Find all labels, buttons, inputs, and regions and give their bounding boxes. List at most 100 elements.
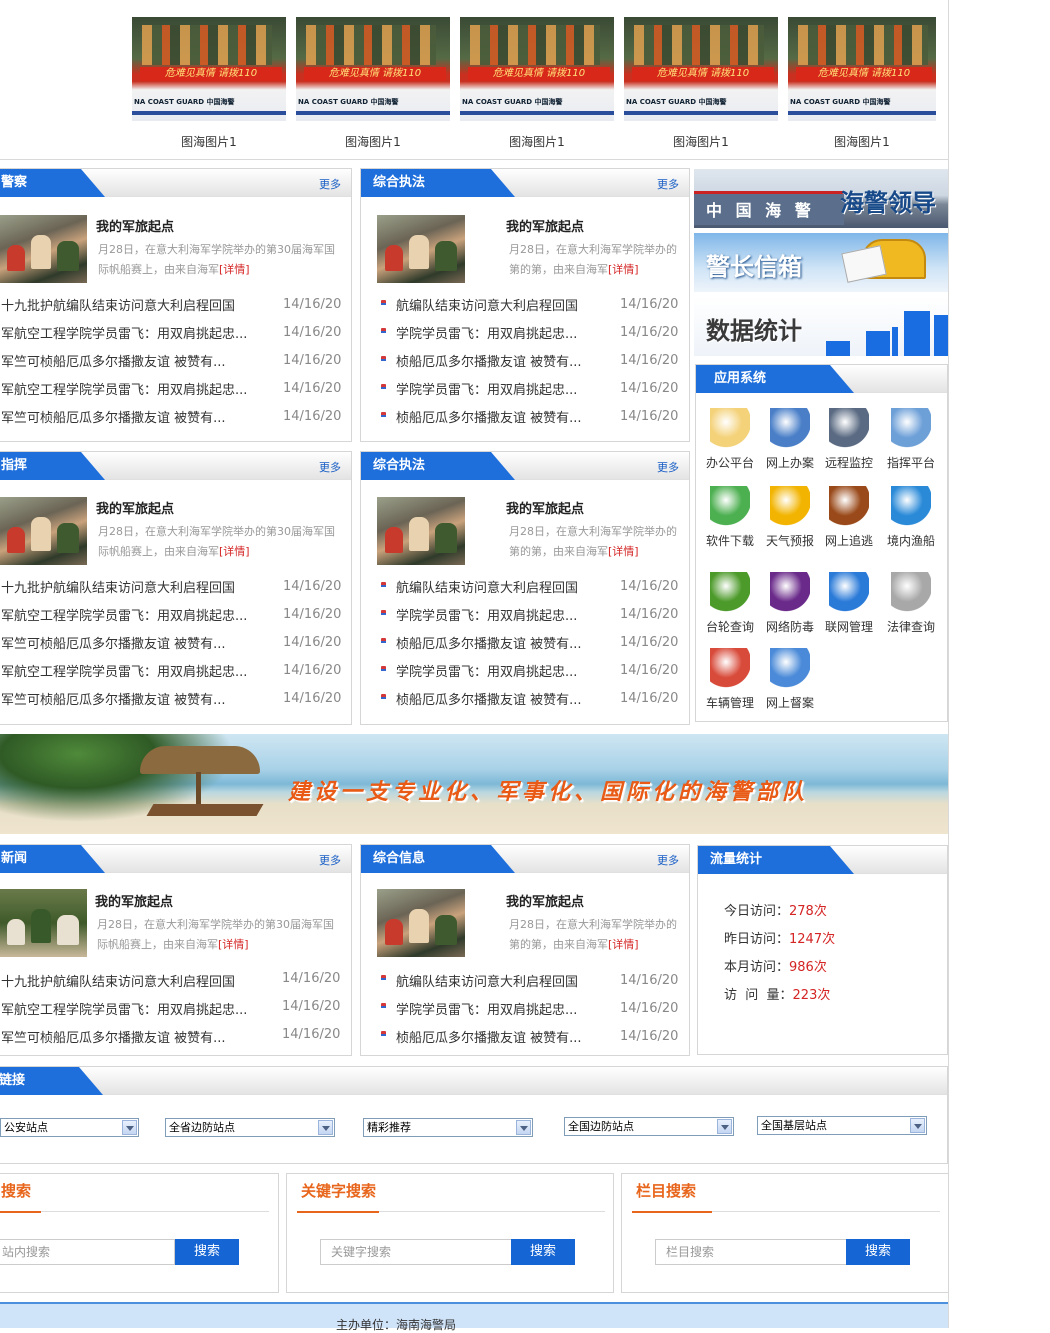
gallery-item[interactable]: 危难见真情 请拨110 NA COAST GUARD 中国海警 图海图片1: [132, 17, 286, 150]
gallery-caption[interactable]: 图海图片1: [460, 133, 614, 150]
feature-title[interactable]: 我的军旅起点: [506, 216, 584, 235]
news-item[interactable]: 军竺可桢船厄瓜多尔播撒友谊 被赞有...: [1, 633, 226, 652]
app-monitor[interactable]: 远程监控: [819, 408, 879, 471]
feature-photo[interactable]: [0, 497, 87, 565]
news-item[interactable]: 桢船厄瓜多尔播撒友谊 被赞有...: [396, 633, 582, 652]
panel-title[interactable]: 综合执法: [361, 169, 515, 197]
gallery-caption[interactable]: 图海图片1: [788, 133, 936, 150]
news-item[interactable]: 军航空工程学院学员雷飞：用双肩挑起忠...: [1, 661, 247, 680]
monitor-icon[interactable]: [829, 408, 869, 448]
gallery-photo[interactable]: 危难见真情 请拨110 NA COAST GUARD 中国海警: [132, 17, 286, 121]
chevron-down-icon[interactable]: [318, 1120, 333, 1135]
chevron-down-icon[interactable]: [122, 1120, 137, 1135]
feature-title[interactable]: 我的军旅起点: [95, 891, 173, 910]
chevron-down-icon[interactable]: [910, 1118, 925, 1133]
app-label[interactable]: 天气预报: [760, 532, 820, 549]
download-icon[interactable]: [710, 486, 750, 526]
news-item[interactable]: 军竺可桢船厄瓜多尔播撒友谊 被赞有...: [1, 689, 226, 708]
app-scales[interactable]: 法律查询: [881, 572, 941, 635]
news-item[interactable]: 学院学员雷飞：用双肩挑起忠...: [396, 605, 577, 624]
app-label[interactable]: 办公平台: [700, 454, 760, 471]
shield-icon[interactable]: [770, 572, 810, 612]
news-item[interactable]: 桢船厄瓜多尔播撒友谊 被赞有...: [396, 407, 582, 426]
app-download[interactable]: 软件下载: [700, 486, 760, 549]
detail-link[interactable]: [详情]: [608, 938, 639, 951]
gallery-item[interactable]: 危难见真情 请拨110 NA COAST GUARD 中国海警 图海图片1: [460, 17, 614, 150]
link-select-national-border[interactable]: 全国边防站点: [564, 1117, 734, 1136]
chevron-down-icon[interactable]: [516, 1120, 531, 1135]
globe-icon[interactable]: [829, 572, 869, 612]
mailbox-banner[interactable]: 警长信箱: [694, 233, 948, 292]
more-link[interactable]: 更多: [657, 459, 679, 475]
news-item[interactable]: 十九批护航编队结束访问意大利启程回国: [1, 295, 235, 314]
app-network[interactable]: 指挥平台: [881, 408, 941, 471]
gallery-photo[interactable]: 危难见真情 请拨110 NA COAST GUARD 中国海警: [460, 17, 614, 121]
link-select-national-grassroots[interactable]: 全国基层站点: [757, 1116, 927, 1135]
gallery-photo[interactable]: 危难见真情 请拨110 NA COAST GUARD 中国海警: [296, 17, 450, 121]
car-icon[interactable]: [710, 648, 750, 688]
panel-title[interactable]: 综合执法: [361, 452, 515, 480]
ship-icon[interactable]: [891, 486, 931, 526]
detail-link[interactable]: [详情]: [608, 263, 639, 276]
link-select-public-security[interactable]: 公安站点: [0, 1118, 139, 1137]
site-search-input[interactable]: 站内搜索: [0, 1239, 175, 1265]
gallery-item[interactable]: 危难见真情 请拨110 NA COAST GUARD 中国海警 图海图片1: [296, 17, 450, 150]
more-link[interactable]: 更多: [319, 852, 341, 868]
more-link[interactable]: 更多: [319, 459, 341, 475]
detail-link[interactable]: [详情]: [218, 938, 249, 951]
app-laptop[interactable]: 网上办案: [760, 408, 820, 471]
app-label[interactable]: 网上追逃: [819, 532, 879, 549]
panel-title[interactable]: 综合信息: [361, 845, 515, 873]
news-item[interactable]: 航编队结束访问意大利启程回国: [396, 295, 578, 314]
app-email[interactable]: 网上督案: [760, 648, 820, 711]
magnifier-icon[interactable]: [710, 572, 750, 612]
feature-title[interactable]: 我的军旅起点: [506, 498, 584, 517]
gallery-item[interactable]: 危难见真情 请拨110 NA COAST GUARD 中国海警 图海图片1: [788, 17, 936, 150]
feature-photo[interactable]: [377, 889, 465, 957]
more-link[interactable]: 更多: [657, 176, 679, 192]
detail-link[interactable]: [详情]: [608, 545, 639, 558]
site-search-button[interactable]: 搜索: [175, 1239, 239, 1265]
news-item[interactable]: 军竺可桢船厄瓜多尔播撒友谊 被赞有...: [1, 351, 226, 370]
app-label[interactable]: 指挥平台: [881, 454, 941, 471]
app-crab[interactable]: 网上追逃: [819, 486, 879, 549]
leader-banner[interactable]: 中 国 海 警 海警领导: [694, 169, 948, 228]
app-globe[interactable]: 联网管理: [819, 572, 879, 635]
detail-link[interactable]: [详情]: [219, 263, 250, 276]
detail-link[interactable]: [详情]: [219, 545, 250, 558]
news-item[interactable]: 军航空工程学院学员雷飞：用双肩挑起忠...: [1, 379, 247, 398]
news-item[interactable]: 军竺可桢船厄瓜多尔播撒友谊 被赞有...: [1, 407, 226, 426]
app-label[interactable]: 联网管理: [819, 618, 879, 635]
news-item[interactable]: 航编队结束访问意大利启程回国: [396, 577, 578, 596]
feature-photo[interactable]: [0, 215, 87, 283]
more-link[interactable]: 更多: [657, 852, 679, 868]
weather-icon[interactable]: [770, 486, 810, 526]
column-search-input[interactable]: 栏目搜索: [655, 1239, 847, 1265]
app-car[interactable]: 车辆管理: [700, 648, 760, 711]
chevron-down-icon[interactable]: [717, 1119, 732, 1134]
app-label[interactable]: 境内渔船: [881, 532, 941, 549]
network-icon[interactable]: [891, 408, 931, 448]
laptop-icon[interactable]: [770, 408, 810, 448]
feature-photo[interactable]: [0, 889, 87, 957]
crab-icon[interactable]: [829, 486, 869, 526]
app-label[interactable]: 车辆管理: [700, 694, 760, 711]
news-item[interactable]: 桢船厄瓜多尔播撒友谊 被赞有...: [396, 1027, 582, 1046]
notepad-icon[interactable]: [710, 408, 750, 448]
news-item[interactable]: 十九批护航编队结束访问意大利启程回国: [1, 971, 235, 990]
feature-title[interactable]: 我的军旅起点: [96, 498, 174, 517]
feature-photo[interactable]: [377, 497, 465, 565]
news-item[interactable]: 桢船厄瓜多尔播撒友谊 被赞有...: [396, 351, 582, 370]
news-item[interactable]: 桢船厄瓜多尔播撒友谊 被赞有...: [396, 689, 582, 708]
gallery-photo[interactable]: 危难见真情 请拨110 NA COAST GUARD 中国海警: [788, 17, 936, 121]
app-label[interactable]: 网上办案: [760, 454, 820, 471]
news-item[interactable]: 军航空工程学院学员雷飞：用双肩挑起忠...: [1, 999, 247, 1018]
app-label[interactable]: 远程监控: [819, 454, 879, 471]
news-item[interactable]: 学院学员雷飞：用双肩挑起忠...: [396, 379, 577, 398]
news-item[interactable]: 航编队结束访问意大利启程回国: [396, 971, 578, 990]
app-label[interactable]: 法律查询: [881, 618, 941, 635]
gallery-item[interactable]: 危难见真情 请拨110 NA COAST GUARD 中国海警 图海图片1: [624, 17, 778, 150]
news-item[interactable]: 学院学员雷飞：用双肩挑起忠...: [396, 999, 577, 1018]
panel-title[interactable]: 指挥: [0, 452, 105, 480]
app-label[interactable]: 软件下载: [700, 532, 760, 549]
